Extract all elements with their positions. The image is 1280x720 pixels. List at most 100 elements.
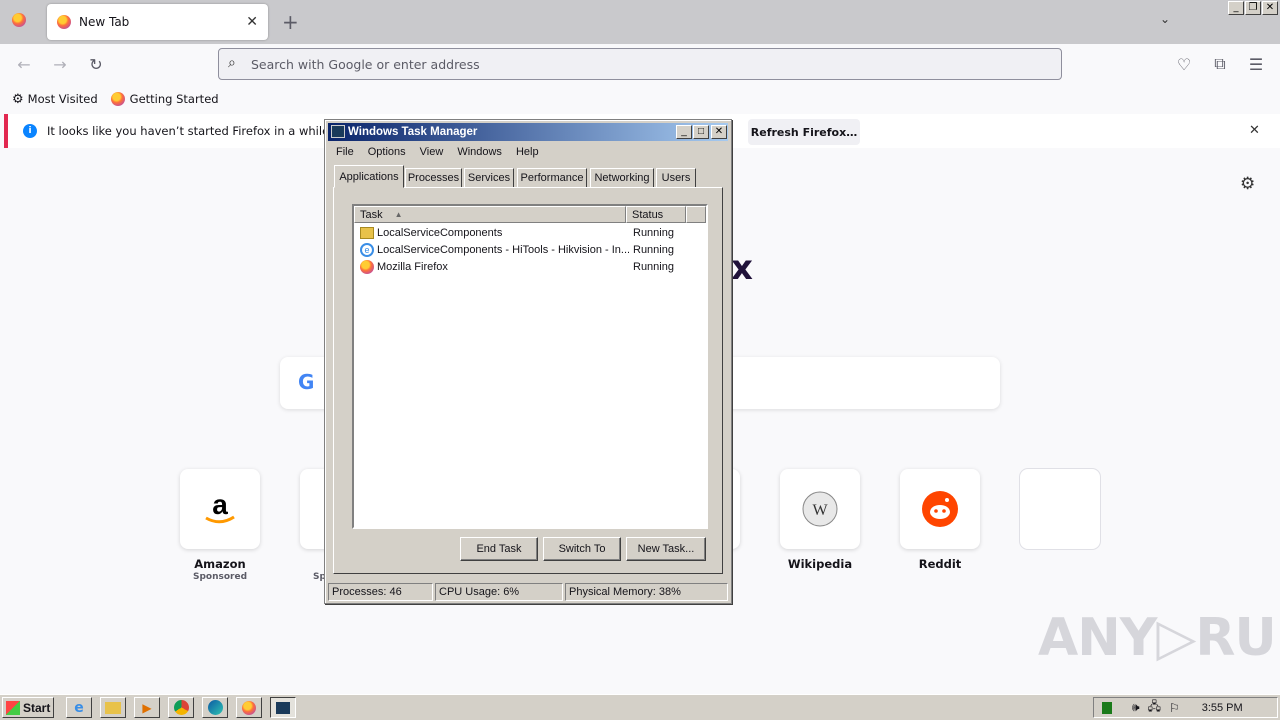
tm-maximize-icon[interactable]: □ xyxy=(693,125,709,139)
shortcut-wikipedia[interactable]: W xyxy=(780,469,860,549)
firefox-icon xyxy=(110,92,125,106)
google-icon: G xyxy=(298,370,315,394)
window-controls: _ ❐ ✕ xyxy=(1228,1,1278,15)
bookmarks-toolbar: ⚙ Most Visited Getting Started xyxy=(0,86,1280,112)
media-player-taskbar-icon[interactable]: ▶ xyxy=(134,697,160,718)
anyrun-watermark: ANY▷RUN xyxy=(1038,608,1280,668)
menu-help[interactable]: Help xyxy=(509,144,546,162)
url-placeholder: Search with Google or enter address xyxy=(251,56,480,72)
windows-logo-icon xyxy=(6,700,20,715)
task-manager-icon xyxy=(331,125,345,138)
settings-gear-icon[interactable]: ⚙ xyxy=(1240,174,1255,194)
restore-icon[interactable]: ❐ xyxy=(1245,1,1261,15)
explorer-taskbar-icon[interactable] xyxy=(100,697,126,718)
column-status[interactable]: Status xyxy=(626,206,686,223)
reload-icon[interactable]: ↻ xyxy=(84,52,108,76)
start-button[interactable]: Start xyxy=(2,697,54,718)
list-item[interactable]: Mozilla Firefox Running xyxy=(356,258,706,275)
task-status: Running xyxy=(633,226,674,239)
firefox-icon xyxy=(360,259,374,274)
new-tab-button[interactable]: + xyxy=(282,10,299,34)
pocket-icon[interactable]: ♡ xyxy=(1172,52,1196,76)
menu-options[interactable]: Options xyxy=(361,144,413,162)
menu-file[interactable]: File xyxy=(329,144,361,162)
column-task[interactable]: Task ▲ xyxy=(354,206,626,223)
ie-icon: e xyxy=(360,242,374,257)
clock[interactable]: 3:55 PM xyxy=(1202,702,1243,714)
back-icon[interactable]: ← xyxy=(12,52,36,76)
firefox-menu-icon[interactable] xyxy=(12,13,26,27)
task-name: Mozilla Firefox xyxy=(377,260,448,273)
tab-title: New Tab xyxy=(79,15,130,29)
menu-view[interactable]: View xyxy=(413,144,451,162)
svg-text:a: a xyxy=(212,492,228,520)
close-icon[interactable]: ✕ xyxy=(1262,1,1278,15)
tab-networking[interactable]: Networking xyxy=(590,168,654,188)
system-tray: 🕪 🖧 ⚐ 3:55 PM xyxy=(1093,697,1278,718)
svg-text:W: W xyxy=(812,502,828,519)
status-cpu: CPU Usage: 6% xyxy=(435,583,563,601)
volume-icon[interactable]: 🕪 xyxy=(1132,700,1140,715)
firefox-taskbar-icon[interactable] xyxy=(236,697,262,718)
extensions-icon[interactable]: ⧉ xyxy=(1208,52,1232,76)
tm-minimize-icon[interactable]: _ xyxy=(676,125,692,139)
ie-taskbar-icon[interactable]: e xyxy=(66,697,92,718)
tab-applications[interactable]: Applications xyxy=(334,165,404,188)
task-status: Running xyxy=(633,260,674,273)
list-tabs-icon[interactable]: ⌄ xyxy=(1160,12,1170,26)
shortcut-amazon[interactable]: a xyxy=(180,469,260,549)
task-status: Running xyxy=(633,243,674,256)
shortcut-wikipedia-label: Wikipedia xyxy=(787,557,853,571)
tab-performance[interactable]: Performance xyxy=(517,168,587,188)
reddit-icon xyxy=(922,491,958,527)
list-item[interactable]: LocalServiceComponents Running xyxy=(356,224,706,241)
task-manager-taskbar-icon[interactable] xyxy=(270,697,296,718)
wikipedia-icon: W xyxy=(802,491,838,527)
status-memory: Physical Memory: 38% xyxy=(565,583,728,601)
info-icon: i xyxy=(23,124,37,138)
shortcut-amazon-sponsored: Sponsored xyxy=(192,572,248,582)
task-list[interactable]: Task ▲ Status LocalServiceComponents Run… xyxy=(352,204,708,529)
edge-taskbar-icon[interactable] xyxy=(202,697,228,718)
close-tab-icon[interactable]: ✕ xyxy=(246,14,258,30)
column-task-label: Task xyxy=(360,208,383,221)
switch-to-button[interactable]: Switch To xyxy=(543,537,621,561)
new-task-button[interactable]: New Task... xyxy=(626,537,706,561)
search-icon: ⌕ xyxy=(228,55,236,71)
tab-new-tab[interactable]: New Tab ✕ xyxy=(47,4,268,40)
menu-windows[interactable]: Windows xyxy=(450,144,509,162)
shortcut-reddit[interactable] xyxy=(900,469,980,549)
status-processes: Processes: 46 xyxy=(328,583,433,601)
tab-users[interactable]: Users xyxy=(656,168,696,188)
task-name: LocalServiceComponents - HiTools - Hikvi… xyxy=(377,243,629,256)
sort-asc-icon: ▲ xyxy=(394,210,403,219)
firefox-wordmark-fragment: x xyxy=(731,248,753,288)
chrome-taskbar-icon[interactable] xyxy=(168,697,194,718)
task-manager-title: Windows Task Manager xyxy=(348,126,478,138)
tm-close-icon[interactable]: ✕ xyxy=(711,125,727,139)
list-item[interactable]: e LocalServiceComponents - HiTools - Hik… xyxy=(356,241,706,258)
action-center-flag-icon[interactable]: ⚐ xyxy=(1169,701,1180,715)
task-name: LocalServiceComponents xyxy=(377,226,503,239)
task-manager-titlebar[interactable]: Windows Task Manager xyxy=(328,123,728,141)
shortcut-reddit-label: Reddit xyxy=(918,557,962,571)
shortcut-amazon-label: Amazon xyxy=(194,557,246,571)
folder-icon xyxy=(360,226,374,239)
minimize-icon[interactable]: _ xyxy=(1228,1,1244,15)
refresh-firefox-button[interactable]: Refresh Firefox… xyxy=(748,119,860,145)
shortcut-empty[interactable] xyxy=(1020,469,1100,549)
forward-icon[interactable]: → xyxy=(48,52,72,76)
end-task-button[interactable]: End Task xyxy=(460,537,538,561)
url-bar[interactable]: ⌕ Search with Google or enter address xyxy=(218,48,1062,80)
bookmark-getting-started[interactable]: Getting Started xyxy=(130,92,219,106)
app-menu-icon[interactable]: ☰ xyxy=(1244,52,1268,76)
task-manager-window: Windows Task Manager _ □ ✕ File Options … xyxy=(324,119,732,604)
cpu-meter-icon[interactable] xyxy=(1102,701,1112,714)
gear-icon: ⚙ xyxy=(12,91,24,107)
tab-services[interactable]: Services xyxy=(464,168,514,188)
network-icon[interactable]: 🖧 xyxy=(1148,697,1161,718)
bookmark-most-visited[interactable]: Most Visited xyxy=(28,92,98,106)
close-notification-icon[interactable]: ✕ xyxy=(1249,123,1260,138)
tab-processes[interactable]: Processes xyxy=(405,168,462,188)
start-label: Start xyxy=(23,700,51,715)
